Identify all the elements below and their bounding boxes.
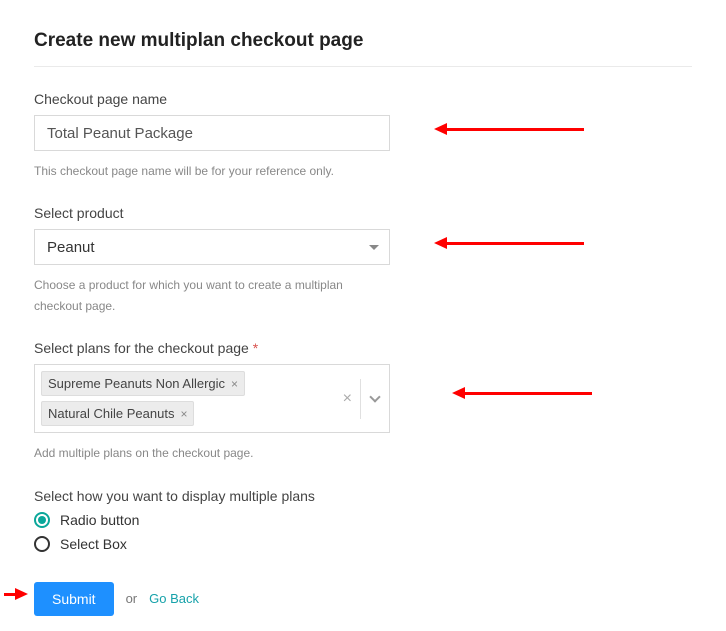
plans-label: Select plans for the checkout page * (34, 340, 692, 356)
remove-chip-icon[interactable]: × (231, 377, 238, 391)
annotation-arrow (452, 392, 592, 394)
plans-label-text: Select plans for the checkout page (34, 340, 249, 356)
field-select-product: Select product Peanut Choose a product f… (34, 205, 692, 316)
chevron-down-icon (369, 391, 380, 402)
plan-chip-label: Natural Chile Peanuts (48, 406, 174, 421)
field-display-mode: Select how you want to display multiple … (34, 488, 692, 552)
radio-label: Radio button (60, 512, 139, 528)
radio-option-select-box[interactable]: Select Box (34, 536, 692, 552)
checkout-name-input[interactable] (34, 115, 390, 151)
page-title: Create new multiplan checkout page (34, 30, 692, 67)
plan-chip[interactable]: Supreme Peanuts Non Allergic × (41, 371, 245, 396)
plans-multiselect[interactable]: Supreme Peanuts Non Allergic × Natural C… (34, 364, 390, 433)
plans-help: Add multiple plans on the checkout page. (34, 443, 692, 463)
radio-icon (34, 536, 50, 552)
dropdown-toggle[interactable] (361, 365, 389, 432)
product-select-value: Peanut (47, 239, 95, 256)
checkout-name-help: This checkout page name will be for your… (34, 161, 692, 181)
annotation-arrow (434, 128, 584, 130)
radio-icon (34, 512, 50, 528)
plan-chip[interactable]: Natural Chile Peanuts × (41, 401, 194, 426)
field-checkout-name: Checkout page name This checkout page na… (34, 91, 692, 181)
clear-all-icon[interactable]: × (335, 379, 361, 419)
action-row: Submit or Go Back (34, 582, 692, 616)
plan-chip-label: Supreme Peanuts Non Allergic (48, 376, 225, 391)
submit-button[interactable]: Submit (34, 582, 114, 616)
radio-option-radio-button[interactable]: Radio button (34, 512, 692, 528)
plans-chips-wrap: Supreme Peanuts Non Allergic × Natural C… (35, 365, 335, 432)
product-select[interactable]: Peanut (34, 229, 390, 265)
field-select-plans: Select plans for the checkout page * Sup… (34, 340, 692, 463)
product-help: Choose a product for which you want to c… (34, 275, 390, 316)
caret-down-icon (369, 245, 379, 250)
required-marker: * (253, 340, 258, 356)
product-label: Select product (34, 205, 692, 221)
checkout-name-label: Checkout page name (34, 91, 692, 107)
remove-chip-icon[interactable]: × (180, 407, 187, 421)
radio-label: Select Box (60, 536, 127, 552)
go-back-link[interactable]: Go Back (149, 591, 199, 606)
display-label: Select how you want to display multiple … (34, 488, 692, 504)
annotation-arrow (4, 593, 28, 595)
annotation-arrow (434, 242, 584, 244)
or-text: or (126, 591, 138, 606)
multiselect-actions: × (335, 365, 389, 432)
